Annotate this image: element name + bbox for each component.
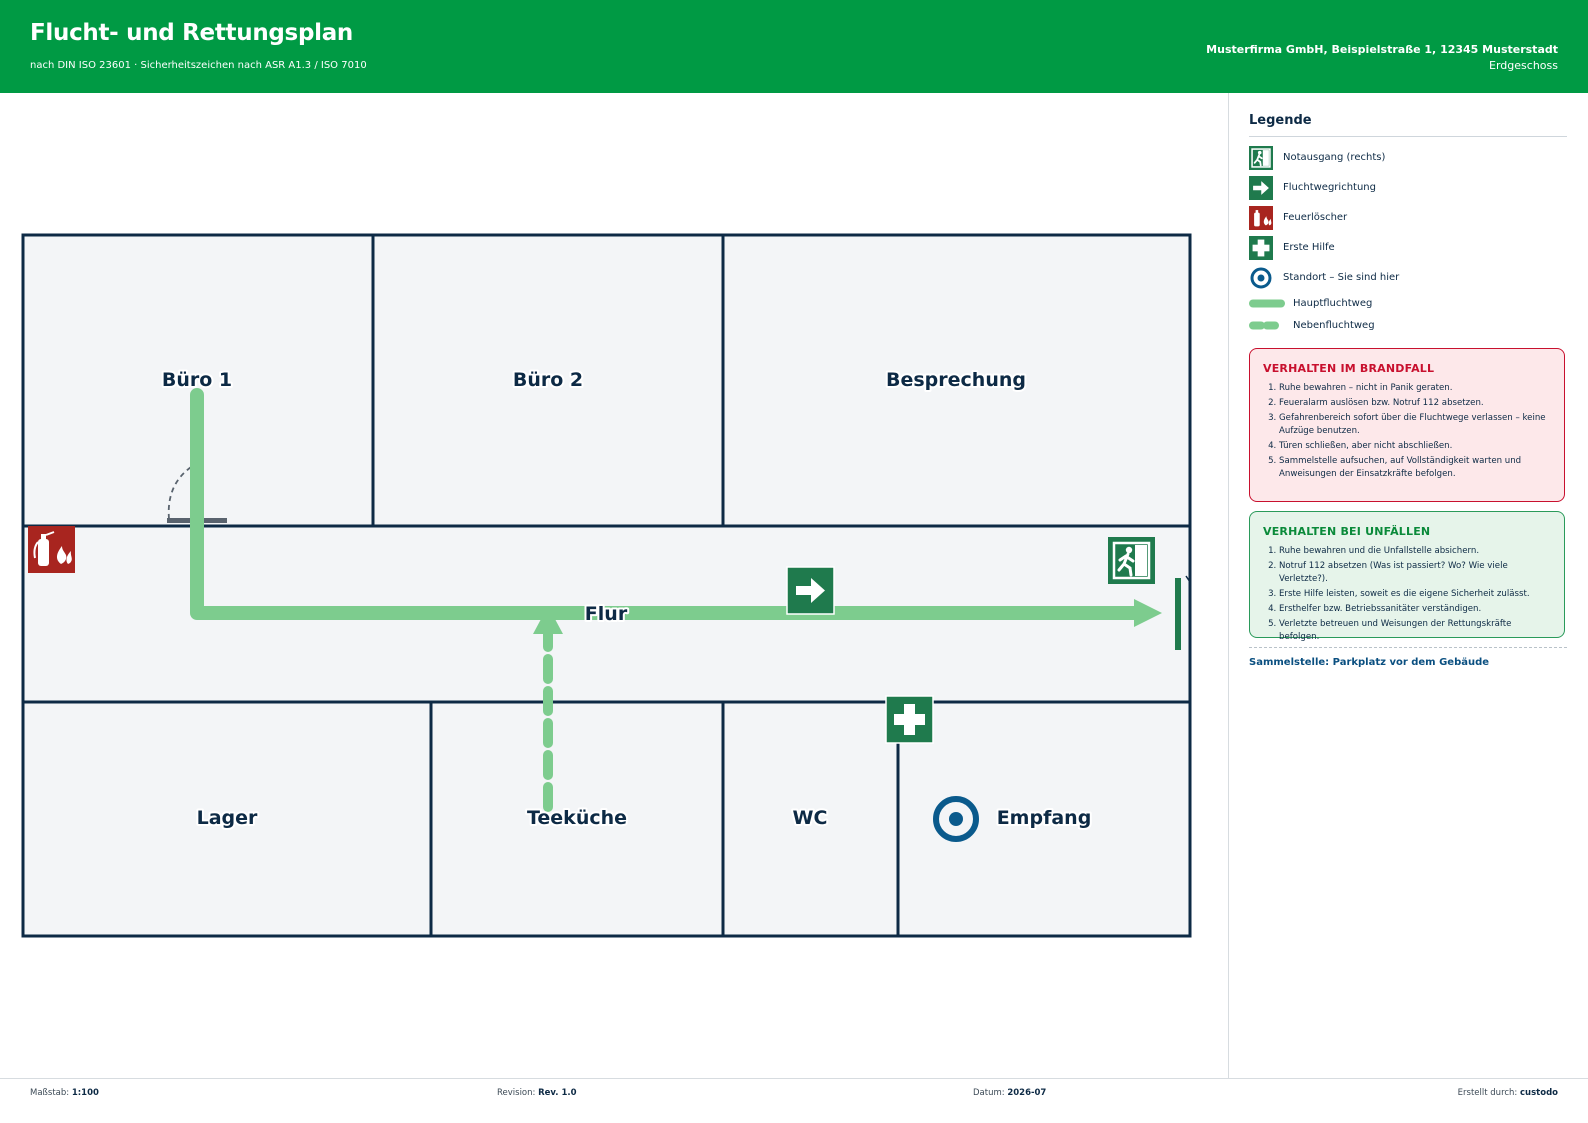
floor-plan: Büro 1 Büro 2 Besprechung Flur Lager Tee… [0, 93, 1228, 1078]
emergency-exit-door [1175, 578, 1181, 650]
fire-instructions-title: VERHALTEN IM BRANDFALL [1263, 362, 1435, 375]
legend-item-first-aid: Erste Hilfe [1249, 236, 1569, 262]
list-item: Türen schließen, aber nicht abschließen. [1279, 440, 1551, 453]
fire-extinguisher-icon [28, 526, 75, 573]
fire-extinguisher-icon [1249, 206, 1273, 230]
label-lager: Lager [197, 807, 258, 829]
list-item: Ruhe bewahren – nicht in Panik geraten. [1279, 382, 1551, 395]
accident-instructions-list: Ruhe bewahren und die Unfallstelle absic… [1263, 545, 1551, 644]
direction-arrow-icon [1249, 176, 1273, 200]
label-buero2: Büro 2 [513, 369, 583, 391]
legend-title: Legende [1249, 113, 1312, 128]
legend-item-secondary-route: Nebenfluchtweg [1249, 319, 1569, 345]
footer-revision-value: Rev. 1.0 [538, 1088, 577, 1098]
first-aid-icon [885, 695, 934, 744]
legend-label-extinguisher: Feuerlöscher [1283, 212, 1348, 223]
secondary-route-swatch [1249, 321, 1285, 330]
legend-label-direction: Fluchtwegrichtung [1283, 182, 1376, 193]
footer-author: Erstellt durch: custodo [1458, 1088, 1558, 1098]
emergency-exit-icon [1249, 146, 1273, 170]
legend-panel: Legende Notausgang (rechts) Fluchtwegric… [1228, 93, 1588, 1078]
floor-label: Erdgeschoss [1489, 59, 1558, 72]
company-address: Musterfirma GmbH, Beispielstraße 1, 1234… [1206, 43, 1558, 56]
list-item: Notruf 112 absetzen (Was ist passiert? W… [1279, 560, 1551, 586]
label-flur: Flur [585, 603, 628, 625]
footer-scale: Maßstab: 1:100 [30, 1088, 99, 1098]
accident-instructions-title: VERHALTEN BEI UNFÄLLEN [1263, 525, 1431, 538]
legend-item-extinguisher: Feuerlöscher [1249, 206, 1569, 232]
legend-item-exit: Notausgang (rechts) [1249, 146, 1569, 172]
first-aid-icon [1249, 236, 1273, 260]
list-item: Feueralarm auslösen bzw. Notruf 112 abse… [1279, 397, 1551, 410]
list-item: Verletzte betreuen und Weisungen der Ret… [1279, 618, 1551, 644]
main-route-swatch [1249, 299, 1285, 308]
label-empfang: Empfang [997, 807, 1092, 829]
legend-item-direction: Fluchtwegrichtung [1249, 176, 1569, 202]
label-buero1: Büro 1 [162, 369, 232, 391]
you-are-here-icon [1250, 267, 1272, 289]
footer-date-value: 2026-07 [1007, 1088, 1047, 1098]
footer-date: Datum: 2026-07 [973, 1088, 1046, 1098]
footer-author-value: custodo [1520, 1088, 1558, 1098]
legend-label-first-aid: Erste Hilfe [1283, 242, 1335, 253]
footer: Maßstab: 1:100 Revision: Rev. 1.0 Datum:… [0, 1078, 1588, 1123]
list-item: Sammelstelle aufsuchen, auf Vollständigk… [1279, 455, 1551, 481]
company-info: Musterfirma GmbH, Beispielstraße 1, 1234… [1206, 42, 1558, 74]
legend-divider [1249, 136, 1567, 137]
label-besprechung: Besprechung [886, 369, 1026, 391]
label-teekueche: Teeküche [527, 807, 627, 829]
accident-instructions-box: VERHALTEN BEI UNFÄLLEN Ruhe bewahren und… [1249, 511, 1565, 642]
legend-label-location: Standort – Sie sind hier [1283, 272, 1400, 283]
footer-scale-value: 1:100 [71, 1088, 99, 1098]
list-item: Ruhe bewahren und die Unfallstelle absic… [1279, 545, 1551, 558]
page-subtitle: nach DIN ISO 23601 · Sicherheitszeichen … [30, 60, 367, 71]
page-title: Flucht- und Rettungsplan [30, 20, 353, 46]
assembly-point: Sammelstelle: Parkplatz vor dem Gebäude [1249, 657, 1490, 668]
list-item: Erste Hilfe leisten, soweit es die eigen… [1279, 588, 1551, 601]
legend-item-location: Standort – Sie sind hier [1249, 266, 1569, 292]
footer-scale-label: Maßstab: [30, 1088, 70, 1098]
direction-arrow-icon [786, 566, 835, 615]
list-item: Gefahrenbereich sofort über die Fluchtwe… [1279, 412, 1551, 438]
footer-revision: Revision: Rev. 1.0 [497, 1088, 577, 1098]
list-item: Ersthelfer bzw. Betriebssanitäter verstä… [1279, 603, 1551, 616]
legend-label-exit: Notausgang (rechts) [1283, 152, 1386, 163]
footer-date-label: Datum: [973, 1088, 1005, 1098]
legend-label-main-route: Hauptfluchtweg [1293, 298, 1373, 309]
emergency-exit-icon [1108, 537, 1155, 584]
assembly-divider [1249, 647, 1567, 648]
header-bar: Flucht- und Rettungsplan nach DIN ISO 23… [0, 0, 1588, 93]
fire-instructions-list: Ruhe bewahren – nicht in Panik geraten. … [1263, 382, 1551, 481]
fire-instructions-box: VERHALTEN IM BRANDFALL Ruhe bewahren – n… [1249, 348, 1565, 502]
footer-author-label: Erstellt durch: [1457, 1088, 1518, 1098]
label-wc: WC [793, 807, 828, 829]
footer-revision-label: Revision: [497, 1088, 536, 1098]
legend-label-secondary-route: Nebenfluchtweg [1293, 320, 1375, 331]
floor-plan-canvas: Büro 1 Büro 2 Besprechung Flur Lager Tee… [21, 233, 1192, 938]
